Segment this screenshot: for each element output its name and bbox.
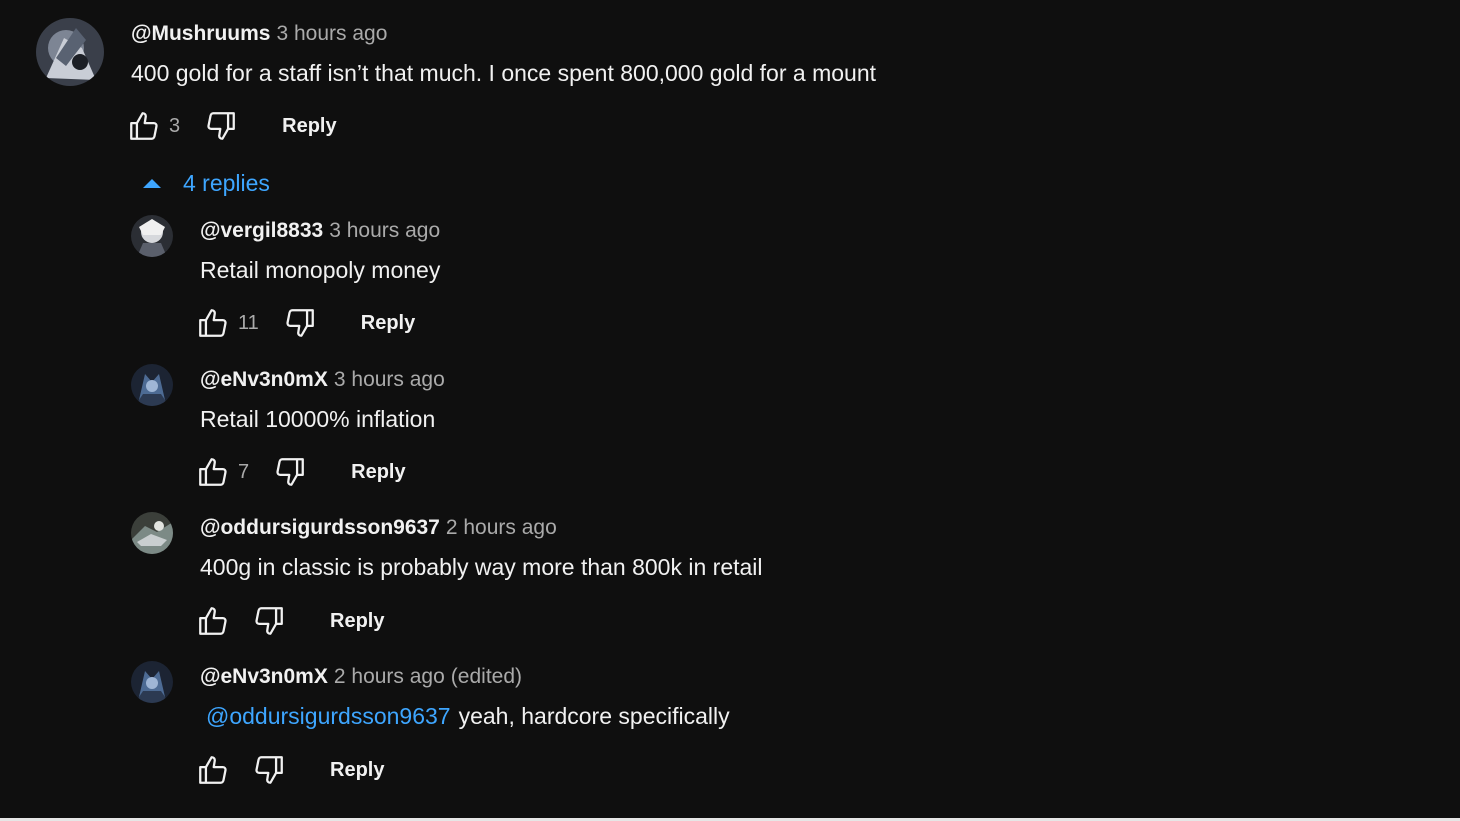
reply-button[interactable]: Reply — [330, 759, 384, 782]
comment-text: 400 gold for a staff isn’t that much. I … — [131, 60, 876, 86]
timestamp[interactable]: 3 hours ago — [329, 219, 440, 242]
like-count: 7 — [238, 460, 250, 483]
timestamp[interactable]: 2 hours ago — [334, 665, 445, 688]
reply-button[interactable]: Reply — [361, 312, 415, 335]
timestamp[interactable]: 3 hours ago — [334, 368, 445, 391]
avatar[interactable] — [36, 18, 104, 86]
comment-header: @vergil8833 3 hours ago — [200, 219, 440, 243]
thumb-down-icon[interactable] — [204, 109, 238, 143]
thumb-up-icon[interactable] — [196, 604, 230, 638]
timestamp[interactable]: 3 hours ago — [276, 22, 387, 45]
replies-count-label: 4 replies — [183, 170, 270, 196]
comment-header: @eNv3n0mX 3 hours ago — [200, 368, 445, 392]
comment-body: yeah, hardcore specifically — [458, 703, 730, 729]
comments-section: @Mushruums 3 hours ago 400 gold for a sta… — [0, 0, 1460, 821]
reply-button[interactable]: Reply — [330, 610, 384, 633]
reply-button[interactable]: Reply — [351, 461, 405, 484]
like-count: 11 — [238, 311, 259, 334]
comment-text: Retail 10000% inflation — [200, 406, 436, 432]
comment-header: @eNv3n0mX 2 hours ago (edited) — [200, 665, 522, 689]
author-name[interactable]: @Mushruums — [131, 22, 270, 45]
thumb-down-icon[interactable] — [283, 306, 317, 340]
timestamp[interactable]: 2 hours ago — [446, 516, 557, 539]
author-name[interactable]: @oddursigurdsson9637 — [200, 516, 440, 539]
avatar[interactable] — [131, 512, 173, 554]
comment-actions: Reply — [196, 752, 384, 788]
comment-actions: 3 Reply — [127, 108, 337, 144]
thumb-up-icon[interactable] — [196, 753, 230, 787]
edited-label: (edited) — [450, 665, 522, 688]
avatar[interactable] — [131, 364, 173, 406]
mention-link[interactable]: @oddursigurdsson9637 — [206, 703, 451, 729]
author-name[interactable]: @vergil8833 — [200, 219, 323, 242]
thumb-down-icon[interactable] — [273, 455, 307, 489]
comment-text: @oddursigurdsson9637 yeah, hardcore speci… — [200, 702, 730, 730]
avatar[interactable] — [131, 661, 173, 703]
thumb-up-icon[interactable] — [196, 306, 230, 340]
like-count: 3 — [169, 114, 181, 137]
thumb-down-icon[interactable] — [252, 604, 286, 638]
thumb-up-icon[interactable] — [127, 109, 161, 143]
comment-header: @Mushruums 3 hours ago — [131, 22, 387, 46]
comment-actions: 7 Reply — [196, 454, 406, 490]
comment-header: @oddursigurdsson9637 2 hours ago — [200, 516, 557, 540]
comment-actions: 11 Reply — [196, 305, 415, 341]
replies-toggle-button[interactable]: 4 replies — [143, 170, 270, 197]
comment-text: Retail monopoly money — [200, 257, 441, 283]
comment-actions: Reply — [196, 603, 384, 639]
thumb-up-icon[interactable] — [196, 455, 230, 489]
caret-up-icon — [143, 179, 161, 188]
reply-button[interactable]: Reply — [282, 115, 336, 138]
author-name[interactable]: @eNv3n0mX — [200, 368, 328, 391]
thumb-down-icon[interactable] — [252, 753, 286, 787]
comment-text: 400g in classic is probably way more tha… — [200, 554, 763, 580]
author-name[interactable]: @eNv3n0mX — [200, 665, 328, 688]
avatar[interactable] — [131, 215, 173, 257]
